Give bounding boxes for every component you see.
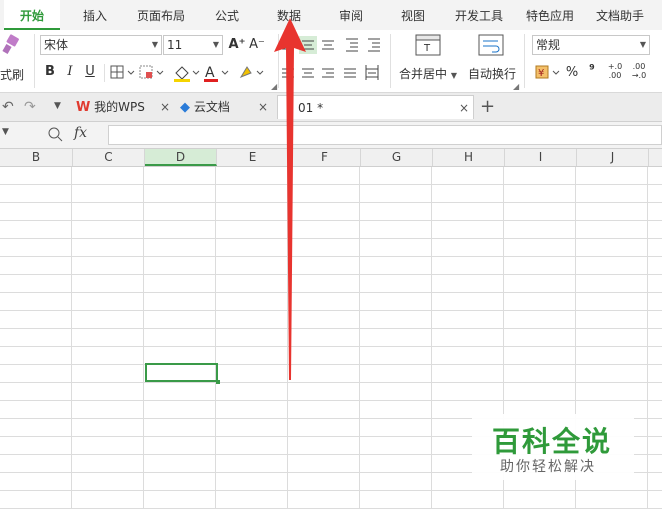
format-painter-button[interactable] <box>2 34 20 56</box>
close-icon[interactable]: × <box>258 95 268 119</box>
more-font-button[interactable] <box>237 63 267 83</box>
undo-icon[interactable]: ↶ <box>2 99 14 115</box>
merge-center-button[interactable]: T <box>415 34 441 58</box>
borders-button[interactable] <box>110 65 136 81</box>
chevron-down-icon: ▼ <box>639 40 646 49</box>
currency-button[interactable]: ¥ <box>534 64 562 82</box>
tab-page-layout[interactable]: 页面布局 <box>130 0 192 30</box>
chevron-down-icon: ▼ <box>212 40 219 49</box>
font-size-value: 11 <box>167 38 183 52</box>
group-divider <box>34 34 35 88</box>
close-icon[interactable]: × <box>160 95 170 119</box>
ribbon-tab-bar: 开始 插入 页面布局 公式 数据 审阅 视图 开发工具 特色应用 文档助手 <box>0 0 662 30</box>
number-format-select[interactable]: 常规 ▼ <box>532 35 650 55</box>
redo-icon[interactable]: ↷ <box>24 99 36 115</box>
new-tab-plus-icon[interactable]: + <box>480 96 495 117</box>
red-arrow-annotation <box>274 18 306 380</box>
svg-text:¥: ¥ <box>538 68 544 79</box>
font-color-icon: A <box>204 65 229 82</box>
doc-tab-label: 我的WPS <box>94 100 145 114</box>
group-divider <box>390 34 391 88</box>
shrink-font-button[interactable]: A⁻ <box>248 35 266 55</box>
doc-tab-my-wps[interactable]: W 我的WPS × <box>76 95 176 119</box>
cell-style-button[interactable] <box>139 65 165 81</box>
watermark-subtitle: 助你轻松解决 <box>500 459 596 475</box>
formula-input[interactable] <box>108 125 662 145</box>
tab-document-assistant[interactable]: 文档助手 <box>590 0 650 30</box>
chevron-down-icon: ▼ <box>450 71 457 80</box>
increase-decimal-button[interactable]: +.0 .00 <box>606 62 624 80</box>
currency-icon: ¥ <box>535 65 560 79</box>
svg-text:T: T <box>423 43 431 54</box>
name-box-dropdown-icon[interactable]: ▼ <box>2 127 9 137</box>
column-header-g[interactable]: G <box>361 149 433 166</box>
grid-style-icon <box>139 65 164 79</box>
tab-view[interactable]: 视图 <box>392 0 434 30</box>
wrap-text-button[interactable] <box>478 34 504 58</box>
dialog-launcher-icon[interactable]: ◢ <box>513 82 519 91</box>
tab-home[interactable]: 开始 <box>4 0 60 30</box>
tab-special-features[interactable]: 特色应用 <box>520 0 580 30</box>
chevron-down-icon: ▼ <box>151 40 158 49</box>
tab-review[interactable]: 审阅 <box>330 0 372 30</box>
tab-formulas[interactable]: 公式 <box>206 0 248 30</box>
font-color-button[interactable]: A <box>202 63 232 83</box>
comma-button[interactable]: ⁹ <box>586 61 598 81</box>
column-header-row: B C D E F G H I J <box>0 149 662 167</box>
borders-icon <box>110 65 135 79</box>
quick-access-dropdown-icon[interactable]: ▼ <box>54 101 61 111</box>
insert-function-button[interactable]: fx <box>74 125 87 141</box>
doc-tab-cloud-docs[interactable]: ◆ 云文档 × <box>180 95 272 119</box>
column-header-i[interactable]: I <box>505 149 577 166</box>
document-tab-bar: ↶ ↷ ▼ W 我的WPS × ◆ 云文档 × 01 * × + <box>0 93 662 122</box>
watermark-title: 百科全说 <box>492 425 613 458</box>
active-cell[interactable] <box>145 363 220 384</box>
svg-text:A: A <box>205 65 215 81</box>
divider <box>104 64 105 82</box>
column-header-c[interactable]: C <box>73 149 145 166</box>
font-size-select[interactable]: 11 ▼ <box>163 35 223 55</box>
number-format-value: 常规 <box>536 38 561 52</box>
column-header-j[interactable]: J <box>577 149 649 166</box>
magnifier-icon <box>48 127 63 142</box>
zoom-search-icon[interactable] <box>46 125 64 143</box>
decrease-decimal-button[interactable]: .00 →.0 <box>630 62 648 80</box>
column-header-b[interactable]: B <box>0 149 73 166</box>
percent-button[interactable]: % <box>565 63 579 83</box>
cube-icon: ◆ <box>180 100 190 115</box>
ribbon-home: 式刷 宋体 ▼ 11 ▼ A⁺ A⁻ B I U A ◢ T 合并居中 ▼ 自动… <box>0 30 662 93</box>
doc-tab-label: 云文档 <box>193 100 230 114</box>
tab-insert[interactable]: 插入 <box>72 0 118 30</box>
merge-center-label[interactable]: 合并居中 ▼ <box>399 65 457 82</box>
fill-color-button[interactable] <box>172 63 200 83</box>
wps-logo-icon: W <box>76 100 91 115</box>
italic-button[interactable]: I <box>62 62 78 82</box>
bold-button[interactable]: B <box>42 62 58 82</box>
paint-bucket-icon <box>174 66 200 82</box>
group-divider <box>524 34 525 88</box>
wrap-text-label[interactable]: 自动换行 <box>468 65 516 82</box>
column-header-d[interactable]: D <box>145 149 217 166</box>
font-name-select[interactable]: 宋体 ▼ <box>40 35 162 55</box>
font-name-value: 宋体 <box>44 38 69 52</box>
grow-font-button[interactable]: A⁺ <box>228 35 246 55</box>
clear-format-icon <box>239 66 264 79</box>
tab-developer[interactable]: 开发工具 <box>450 0 508 30</box>
underline-button[interactable]: U <box>82 62 98 82</box>
brush-icon <box>2 34 19 54</box>
close-icon[interactable]: × <box>459 96 469 120</box>
merge-cells-icon: T <box>415 34 441 56</box>
column-header-h[interactable]: H <box>433 149 505 166</box>
format-painter-label: 式刷 <box>0 68 25 82</box>
wrap-text-icon <box>478 34 504 56</box>
